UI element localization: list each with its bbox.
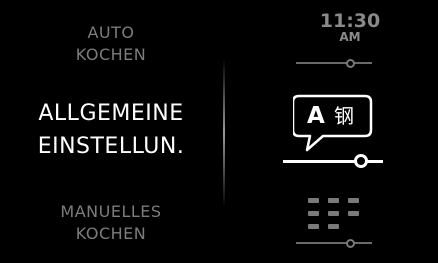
grid-cell xyxy=(308,211,319,216)
language-slider-track xyxy=(283,159,383,163)
grid-cell xyxy=(328,224,339,229)
grid-cell xyxy=(328,211,339,216)
grid-cell xyxy=(348,198,359,203)
menu-item-general-settings[interactable]: ALLGEMEINE EINSTELLUN. xyxy=(0,97,222,163)
grid-cell xyxy=(348,211,359,216)
manual-slider-knob[interactable] xyxy=(346,238,355,248)
time-slider-track xyxy=(296,62,372,64)
clock-ampm: AM xyxy=(339,30,361,44)
grid-dots-icon[interactable] xyxy=(306,195,364,235)
menu-item-auto-cooking[interactable]: AUTO KOCHEN xyxy=(0,22,222,66)
menu-item-general-settings-line1: ALLGEMEINE xyxy=(38,101,184,126)
time-slider[interactable] xyxy=(296,57,372,69)
language-slider-knob[interactable] xyxy=(354,154,368,168)
grid-cell xyxy=(308,198,319,203)
menu-item-auto-cooking-line2: KOCHEN xyxy=(75,45,147,64)
grid-cell xyxy=(308,224,319,229)
menu-item-manual-cooking-line1: MANUELLES xyxy=(60,202,162,221)
clock-time: 11:30 xyxy=(319,10,381,32)
grid-cell xyxy=(328,198,339,203)
clock-display[interactable]: 11:30 AM xyxy=(305,11,395,43)
time-slider-knob[interactable] xyxy=(346,58,355,68)
settings-screen: AUTO KOCHEN ALLGEMEINE EINSTELLUN. MANUE… xyxy=(0,0,438,263)
menu-item-auto-cooking-line1: AUTO xyxy=(87,23,135,42)
menu-item-general-settings-line2: EINSTELLUN. xyxy=(37,134,185,159)
language-letter: A xyxy=(307,103,325,129)
menu-item-manual-cooking-line2: KOCHEN xyxy=(75,224,147,243)
menu-item-manual-cooking[interactable]: MANUELLES KOCHEN xyxy=(0,201,222,245)
manual-slider[interactable] xyxy=(296,237,372,249)
manual-slider-track xyxy=(296,242,372,244)
language-slider[interactable] xyxy=(283,153,383,169)
language-glyph: 钢 xyxy=(334,104,354,128)
scroll-divider xyxy=(223,58,225,208)
language-speech-bubble-icon[interactable] xyxy=(293,94,373,154)
